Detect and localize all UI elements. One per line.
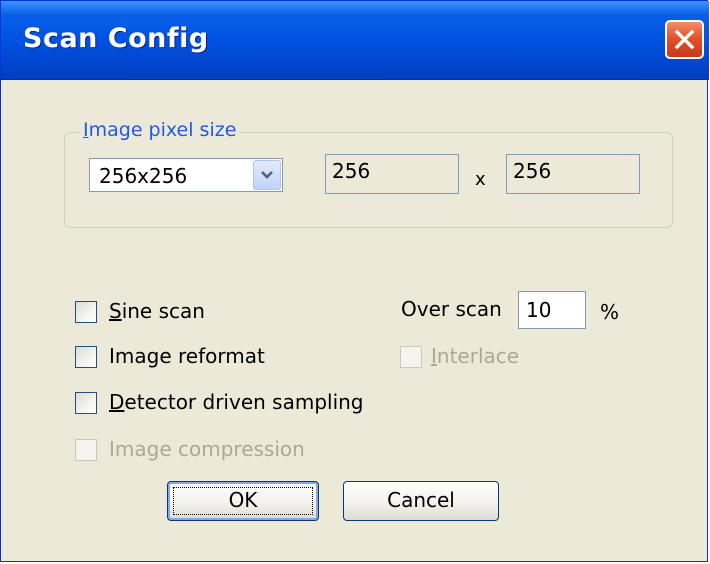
dialog-body: Image pixel size 256x256 256 x 256 Sine … bbox=[9, 79, 701, 557]
over-scan-label: Over scan bbox=[401, 297, 502, 321]
scan-config-dialog: Scan Config Image pixel size 256x256 256… bbox=[0, 0, 709, 562]
close-icon bbox=[674, 29, 695, 50]
pixel-size-dropdown[interactable]: 256x256 bbox=[89, 158, 283, 192]
dropdown-button[interactable] bbox=[253, 160, 281, 190]
times-symbol: x bbox=[475, 169, 486, 190]
cancel-button[interactable]: Cancel bbox=[343, 481, 499, 521]
pixel-width-field[interactable]: 256 bbox=[325, 154, 459, 194]
sine-scan-label[interactable]: Sine scan bbox=[109, 299, 205, 323]
close-button[interactable] bbox=[665, 20, 704, 59]
chevron-down-icon bbox=[261, 171, 273, 179]
pixel-size-selected: 256x256 bbox=[99, 164, 188, 188]
title-bar[interactable]: Scan Config bbox=[1, 1, 709, 80]
image-compression-label: Image compression bbox=[109, 437, 305, 461]
pixel-height-field[interactable]: 256 bbox=[506, 154, 640, 194]
interlace-label: Interlace bbox=[431, 344, 520, 368]
image-reformat-label[interactable]: Image reformat bbox=[109, 344, 265, 368]
sine-scan-checkbox[interactable] bbox=[75, 301, 97, 323]
image-compression-checkbox bbox=[75, 439, 97, 461]
image-pixel-size-label: Image pixel size bbox=[79, 119, 241, 141]
detector-driven-sampling-checkbox[interactable] bbox=[75, 392, 97, 414]
ok-button[interactable]: OK bbox=[167, 481, 319, 521]
interlace-checkbox bbox=[400, 346, 422, 368]
over-scan-unit: % bbox=[600, 300, 620, 324]
detector-driven-sampling-label[interactable]: Detector driven sampling bbox=[109, 390, 364, 414]
window-title: Scan Config bbox=[23, 23, 209, 54]
over-scan-input[interactable]: 10 bbox=[518, 291, 586, 329]
image-reformat-checkbox[interactable] bbox=[75, 346, 97, 368]
